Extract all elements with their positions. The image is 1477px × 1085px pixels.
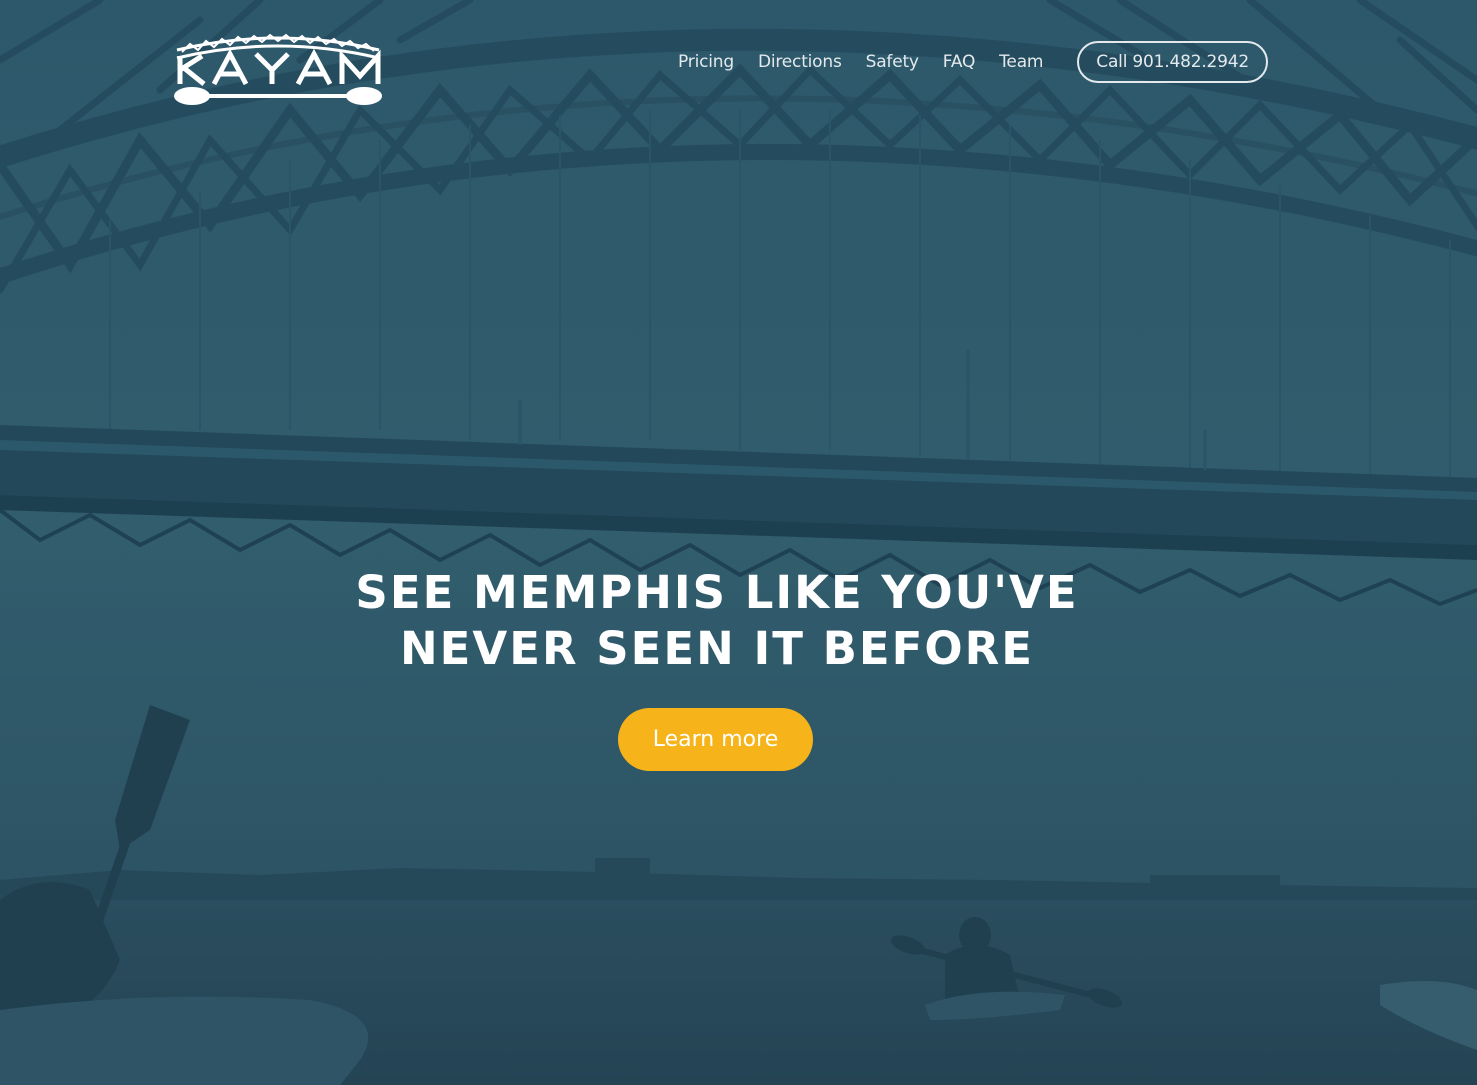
call-phone-button[interactable]: Call 901.482.2942 — [1077, 41, 1268, 83]
hero-title-line-1: See Memphis like you've — [355, 566, 1079, 619]
hero-background-image — [0, 0, 1477, 1085]
logo-icon — [174, 33, 382, 105]
nav-faq[interactable]: FAQ — [943, 52, 976, 72]
main-nav: Pricing Directions Safety FAQ Team Call … — [678, 41, 1268, 83]
kayak-logo[interactable] — [172, 32, 384, 112]
hero-title: See Memphis like you've never seen it be… — [0, 565, 1434, 677]
hero-title-line-2: never seen it before — [399, 622, 1035, 675]
learn-more-button[interactable]: Learn more — [618, 708, 813, 771]
nav-team[interactable]: Team — [999, 52, 1043, 72]
nav-pricing[interactable]: Pricing — [678, 52, 734, 72]
nav-safety[interactable]: Safety — [866, 52, 919, 72]
nav-directions[interactable]: Directions — [758, 52, 842, 72]
